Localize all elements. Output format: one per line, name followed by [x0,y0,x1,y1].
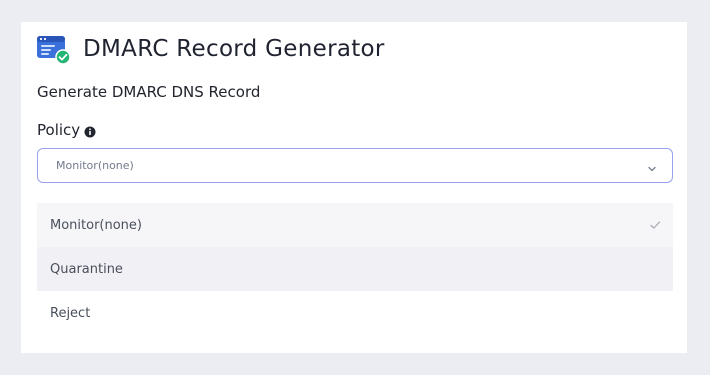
policy-select[interactable]: Monitor(none) [37,148,673,183]
policy-option-reject[interactable]: Reject [37,291,673,335]
policy-label: Policy [37,121,96,139]
option-label: Quarantine [50,261,123,277]
info-icon[interactable] [84,124,96,138]
chevron-down-icon [646,160,658,172]
page-title: DMARC Record Generator [83,36,385,62]
policy-options-menu: Monitor(none) Quarantine Reject [37,203,673,335]
checkmark-icon [649,219,661,231]
policy-option-quarantine[interactable]: Quarantine [37,247,673,291]
browser-check-icon [36,33,72,65]
option-label: Reject [50,305,91,321]
section-subtitle: Generate DMARC DNS Record [37,83,261,101]
option-label: Monitor(none) [50,217,142,233]
generator-card: DMARC Record Generator Generate DMARC DN… [21,22,687,353]
policy-option-monitor[interactable]: Monitor(none) [37,203,673,247]
policy-label-text: Policy [37,121,81,139]
page-header: DMARC Record Generator [36,30,385,68]
policy-select-value: Monitor(none) [56,159,134,172]
